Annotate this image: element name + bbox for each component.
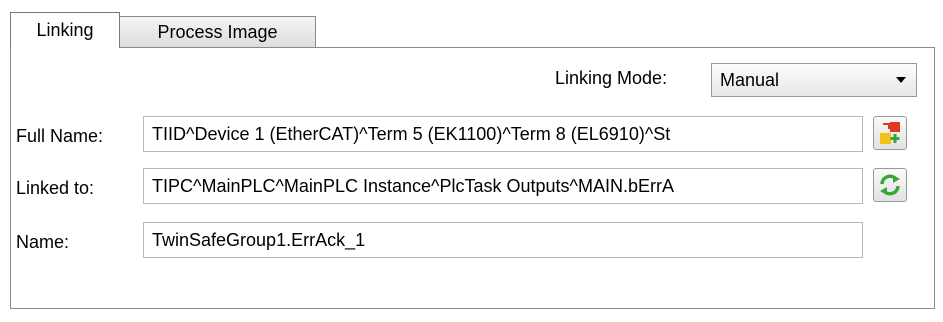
name-label: Name:: [16, 232, 70, 252]
tab-process-image[interactable]: Process Image: [120, 16, 316, 48]
linking-mode-label: Linking Mode:: [555, 68, 668, 88]
name-field[interactable]: TwinSafeGroup1.ErrAck_1: [143, 222, 863, 258]
full-name-field[interactable]: TIID^Device 1 (EtherCAT)^Term 5 (EK1100)…: [143, 116, 863, 152]
linking-mode-select[interactable]: Manual: [711, 63, 917, 97]
tab-linking[interactable]: Linking: [10, 12, 120, 48]
linking-mode-value: Manual: [720, 70, 780, 90]
refresh-link-icon: [880, 174, 900, 196]
linked-to-field[interactable]: TIPC^MainPLC^MainPLC Instance^PlcTask Ou…: [143, 168, 863, 204]
add-link-icon: [880, 122, 900, 144]
full-name-label: Full Name:: [16, 126, 104, 146]
chevron-down-icon: [896, 77, 906, 83]
full-name-action-button[interactable]: [873, 116, 907, 150]
linked-to-action-button[interactable]: [873, 168, 907, 202]
linked-to-label: Linked to:: [16, 178, 95, 198]
